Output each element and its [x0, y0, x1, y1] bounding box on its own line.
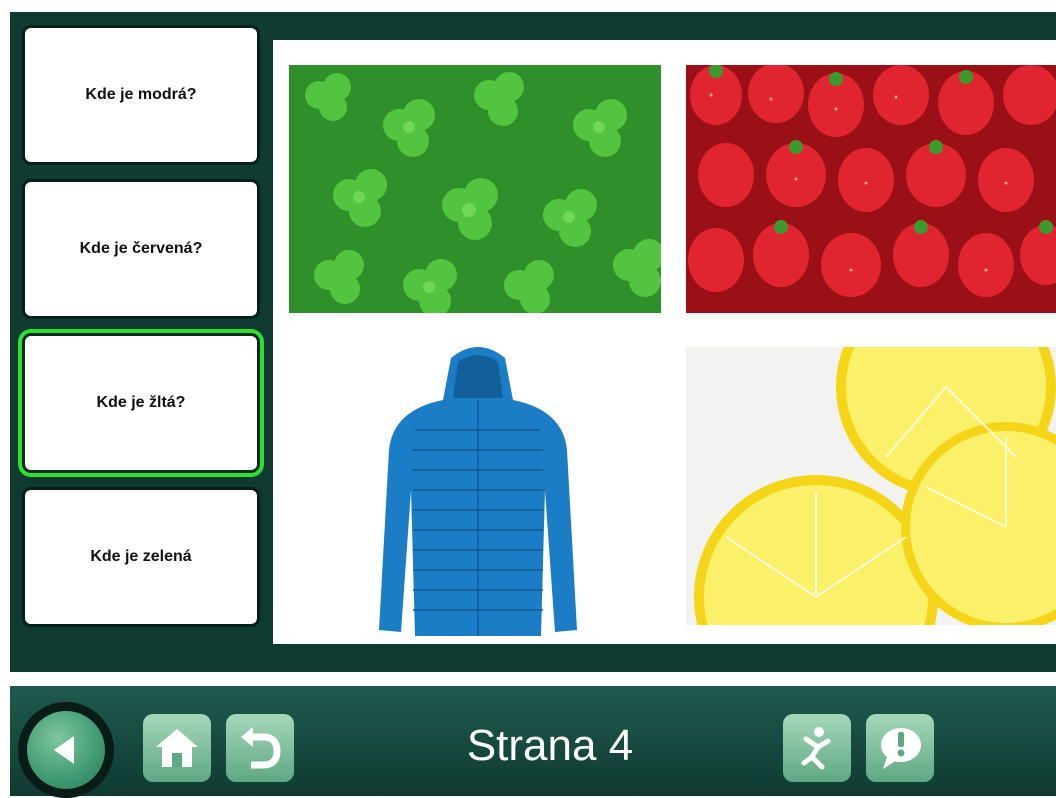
- undo-icon: [241, 727, 281, 769]
- question-button-blue[interactable]: Kde je modrá?: [25, 28, 257, 162]
- activity-button[interactable]: [783, 714, 851, 782]
- home-icon: [156, 729, 198, 767]
- alert-button[interactable]: [866, 714, 934, 782]
- blue-jacket-image[interactable]: [363, 340, 593, 642]
- home-button[interactable]: [143, 714, 211, 782]
- image-board: [273, 40, 1056, 644]
- activity-icon: [801, 727, 831, 770]
- undo-button[interactable]: [226, 714, 294, 782]
- question-label: Kde je modrá?: [85, 86, 197, 103]
- alert-bubble-icon: [881, 728, 921, 769]
- page-label: Strana 4: [466, 721, 634, 770]
- question-button-yellow[interactable]: Kde je žltá?: [25, 336, 257, 470]
- back-button[interactable]: [18, 702, 114, 798]
- question-label: Kde je zelená: [90, 548, 192, 565]
- lemon-slices-image[interactable]: [686, 347, 1056, 625]
- question-label: Kde je červená?: [79, 240, 203, 257]
- question-button-green[interactable]: Kde je zelená: [25, 490, 257, 624]
- question-button-red[interactable]: Kde je červená?: [25, 182, 257, 316]
- clover-leaves-image[interactable]: [289, 65, 661, 313]
- strawberries-image[interactable]: [686, 65, 1056, 313]
- question-label: Kde je žltá?: [96, 394, 186, 411]
- back-arrow-icon: [27, 711, 105, 789]
- app-window: Kde je modrá? Kde je červená? Kde je žlt…: [0, 0, 1056, 798]
